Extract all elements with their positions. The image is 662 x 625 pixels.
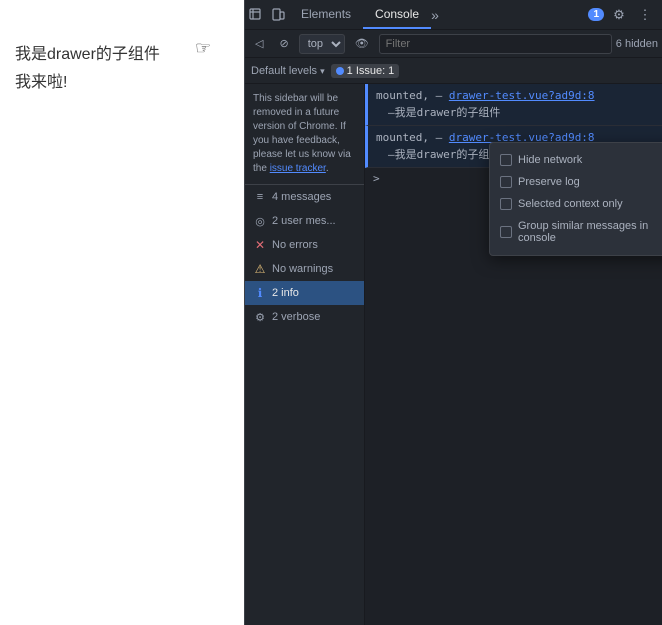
hide-network-label: Hide network — [518, 154, 582, 166]
issue-badge[interactable]: 1 Issue: 1 — [331, 64, 400, 78]
toolbar-tabs: Elements Console — [289, 0, 431, 29]
tab-elements[interactable]: Elements — [289, 0, 363, 29]
error-icon: ✕ — [253, 238, 267, 252]
cursor-icon: ☞ — [195, 38, 211, 59]
context-select[interactable]: top — [299, 34, 345, 54]
console-toolbar: ◁ ⊘ top 👁 6 hidden — [245, 30, 662, 58]
sidebar-item-errors[interactable]: ✕ No errors — [245, 233, 364, 257]
console-sidebar: This sidebar will be removed in a future… — [245, 84, 365, 625]
ban-icon: ⊘ — [279, 37, 288, 50]
console-main: Hide network Log XMLHttpRequests Preserv… — [245, 84, 662, 625]
filter-input[interactable] — [379, 34, 612, 54]
console-entry-1-text: mounted, — drawer-test.vue?ad9d:8 — [376, 88, 654, 105]
sidebar-user-label: 2 user mes... — [272, 215, 336, 227]
toolbar-icons: 1 ⚙ ⋮ — [588, 4, 662, 26]
sidebar-info-link[interactable]: issue tracker — [270, 163, 326, 174]
warn-icon: ⚠ — [253, 262, 267, 276]
preserve-log-checkbox[interactable] — [500, 176, 512, 188]
list-icon: ≡ — [253, 190, 267, 204]
console-levels: Default levels ▾ 1 Issue: 1 — [245, 58, 662, 84]
sidebar-item-info[interactable]: ℹ 2 info — [245, 281, 364, 305]
console-entry-2-prefix: mounted, — — [376, 131, 449, 144]
more-options-icon[interactable]: ⋮ — [634, 4, 656, 26]
console-entry-1-link[interactable]: drawer-test.vue?ad9d:8 — [449, 89, 595, 102]
group-similar-label: Group similar messages in console — [518, 220, 662, 244]
sidebar-info-text: This sidebar will be removed in a future… — [253, 93, 351, 174]
more-tabs-icon[interactable]: » — [431, 7, 439, 23]
levels-label[interactable]: Default levels ▾ — [251, 65, 325, 77]
issue-label: 1 Issue: — [347, 65, 386, 77]
preserve-log-item[interactable]: Preserve log — [500, 173, 662, 191]
verbose-icon: ⚙ — [253, 310, 267, 324]
back-icon: ◁ — [255, 37, 263, 50]
hidden-count: 6 hidden — [616, 38, 658, 50]
info-icon: ℹ — [253, 286, 267, 300]
issue-count: 1 — [388, 65, 394, 77]
devtools-toolbar: Elements Console » 1 ⚙ ⋮ — [245, 0, 662, 30]
selected-context-item[interactable]: Selected context only — [500, 195, 662, 213]
eye-icon: 👁 — [355, 37, 369, 50]
selected-context-label: Selected context only — [518, 198, 623, 210]
sidebar-item-verbose[interactable]: ⚙ 2 verbose — [245, 305, 364, 329]
device-icon[interactable] — [267, 4, 289, 26]
sidebar-item-warnings[interactable]: ⚠ No warnings — [245, 257, 364, 281]
selected-context-checkbox[interactable] — [500, 198, 512, 210]
app-panel: ☞ 我是drawer的子组件 我来啦! — [0, 0, 244, 625]
console-entry-1: mounted, — drawer-test.vue?ad9d:8 —我是dra… — [365, 84, 662, 126]
group-similar-item[interactable]: Group similar messages in console — [500, 217, 662, 247]
clear-button[interactable]: ⊘ — [273, 34, 294, 54]
console-entry-1-subtext: —我是drawer的子组件 — [376, 105, 654, 122]
sidebar-item-user-messages[interactable]: ◎ 2 user mes... — [245, 209, 364, 233]
sidebar-warnings-label: No warnings — [272, 263, 333, 275]
hide-network-checkbox[interactable] — [500, 154, 512, 166]
inspect-icon[interactable] — [245, 4, 267, 26]
tab-console[interactable]: Console — [363, 0, 431, 29]
sidebar-messages-label: 4 messages — [272, 191, 331, 203]
console-settings-dropdown: Hide network Log XMLHttpRequests Preserv… — [489, 142, 662, 256]
app-text2: 我来啦! — [15, 68, 229, 92]
console-entry-1-prefix: mounted, — — [376, 89, 449, 102]
sidebar-verbose-label: 2 verbose — [272, 311, 320, 323]
sidebar-item-messages[interactable]: ≡ 4 messages — [245, 185, 364, 209]
levels-arrow-icon: ▾ — [320, 66, 325, 76]
sidebar-info-label: 2 info — [272, 287, 299, 299]
notification-badge: 1 — [588, 8, 604, 21]
preserve-log-label: Preserve log — [518, 176, 580, 188]
group-similar-checkbox[interactable] — [500, 226, 512, 238]
settings-icon[interactable]: ⚙ — [608, 4, 630, 26]
issue-dot — [336, 67, 344, 75]
sidebar-errors-label: No errors — [272, 239, 318, 251]
hide-network-item[interactable]: Hide network — [500, 151, 662, 169]
devtools-panel: Elements Console » 1 ⚙ ⋮ ◁ ⊘ top 👁 6 hid… — [244, 0, 662, 625]
back-button[interactable]: ◁ — [249, 34, 269, 54]
eye-button[interactable]: 👁 — [349, 34, 375, 54]
sidebar-info-box: This sidebar will be removed in a future… — [245, 84, 364, 185]
user-icon: ◎ — [253, 214, 267, 228]
